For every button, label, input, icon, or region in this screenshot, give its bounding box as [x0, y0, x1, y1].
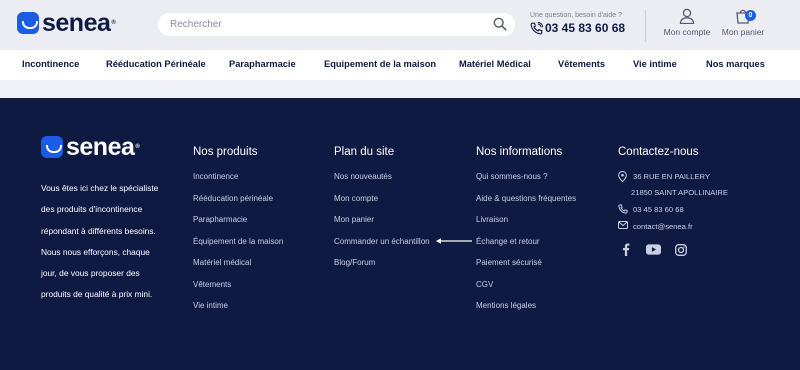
footer-column-title: Contactez-nous	[618, 146, 699, 158]
user-icon	[679, 8, 695, 24]
logo-text: senea®	[42, 9, 116, 37]
footer-column-sitemap: Plan du site Nos nouveautés Mon compte M…	[334, 146, 472, 280]
footer-column-information: Nos informations Qui sommes-nous ? Aide …	[476, 146, 576, 323]
social-links	[620, 243, 687, 256]
footer-link[interactable]: CGV	[476, 280, 576, 302]
nav-item-reeducation-perineale[interactable]: Rééducation Périnéale	[106, 59, 206, 69]
footer-description: Vous êtes ici chez le spécialiste des pr…	[41, 183, 159, 300]
footer-link[interactable]: Parapharmacie	[193, 215, 283, 237]
cart-count-badge: 0	[745, 10, 756, 21]
footer-link[interactable]: Nos nouveautés	[334, 172, 472, 194]
location-pin-icon	[618, 171, 627, 182]
footer-link[interactable]: Échange et retour	[476, 237, 576, 259]
header-phone-number: 03 45 83 60 68	[545, 21, 626, 35]
footer-link[interactable]: Paiement sécurisé	[476, 258, 576, 280]
mail-icon	[618, 221, 628, 229]
address-line-2: 21850 SAINT APOLLINAIRE	[631, 188, 728, 197]
instagram-icon[interactable]	[675, 243, 687, 256]
phone-icon	[618, 204, 628, 214]
search-input[interactable]	[158, 14, 478, 35]
site-header: senea® Une question, besoin d'aide ? 03 …	[0, 0, 800, 50]
footer-link[interactable]: Blog/Forum	[334, 258, 472, 280]
search-icon[interactable]	[493, 17, 507, 31]
footer-link[interactable]: Aide & questions fréquentes	[476, 194, 576, 216]
header-contact: Une question, besoin d'aide ? 03 45 83 6…	[530, 12, 625, 35]
footer-email-address: contact@senea.fr	[633, 222, 693, 231]
header-phone[interactable]: 03 45 83 60 68	[530, 21, 625, 35]
account-label: Mon compte	[663, 27, 711, 37]
footer-link[interactable]: Commander un échantillon	[334, 237, 472, 259]
nav-item-materiel-medical[interactable]: Matériel Médical	[459, 59, 531, 69]
footer-link[interactable]: Vêtements	[193, 280, 283, 302]
footer-column-title: Plan du site	[334, 146, 395, 158]
footer-phone[interactable]: 03 45 83 60 68	[618, 204, 684, 214]
nav-item-vie-intime[interactable]: Vie intime	[633, 59, 677, 69]
footer-column-title: Nos informations	[476, 146, 563, 158]
footer-link[interactable]: Livraison	[476, 215, 576, 237]
footer-address-line-2: 21850 SAINT APOLLINAIRE	[631, 188, 728, 197]
footer-link[interactable]: Mon panier	[334, 215, 472, 237]
header-divider	[645, 10, 646, 42]
help-question: Une question, besoin d'aide ?	[530, 12, 623, 19]
footer-link[interactable]: Mon compte	[334, 194, 472, 216]
footer-link[interactable]: Équipement de la maison	[193, 237, 283, 259]
footer-link[interactable]: Rééducation périnéale	[193, 194, 283, 216]
phone-icon	[530, 21, 543, 34]
senea-logo[interactable]: senea®	[17, 9, 116, 37]
footer-link[interactable]: Vie intime	[193, 301, 283, 323]
footer-column-title: Nos produits	[193, 146, 258, 158]
address-line-1: 36 RUE EN PAILLERY	[633, 172, 710, 181]
cart-label: Mon panier	[721, 27, 765, 37]
footer-link[interactable]: Matériel médical	[193, 258, 283, 280]
facebook-icon[interactable]	[620, 243, 632, 256]
youtube-icon[interactable]	[646, 244, 661, 255]
site-footer: senea® Vous êtes ici chez le spécialiste…	[0, 98, 800, 370]
footer-link[interactable]: Incontinence	[193, 172, 283, 194]
logo-mark-icon	[17, 12, 39, 34]
account-button[interactable]: Mon compte	[660, 8, 714, 37]
footer-link[interactable]: Qui sommes-nous ?	[476, 172, 576, 194]
nav-item-incontinence[interactable]: Incontinence	[22, 59, 79, 69]
footer-link[interactable]: Mentions légales	[476, 301, 576, 323]
main-navigation: Incontinence Rééducation Périnéale Parap…	[0, 50, 800, 80]
nav-item-equipement-maison[interactable]: Equipement de la maison	[324, 59, 436, 69]
cart-button[interactable]: Mon panier 0	[718, 8, 768, 37]
nav-item-nos-marques[interactable]: Nos marques	[706, 59, 765, 69]
footer-address: 36 RUE EN PAILLERY	[618, 171, 710, 182]
arrow-left-icon	[435, 238, 472, 245]
footer-logo[interactable]: senea®	[41, 133, 140, 161]
search-bar	[158, 13, 515, 36]
footer-email[interactable]: contact@senea.fr	[618, 221, 693, 231]
footer-column-contact: Contactez-nous	[618, 146, 699, 172]
footer-column-products: Nos produits Incontinence Rééducation pé…	[193, 146, 283, 323]
nav-item-parapharmacie[interactable]: Parapharmacie	[229, 59, 296, 69]
logo-mark-icon	[41, 136, 63, 158]
footer-phone-number: 03 45 83 60 68	[633, 205, 684, 214]
footer-logo-text: senea®	[66, 133, 140, 161]
nav-item-vetements[interactable]: Vêtements	[558, 59, 605, 69]
